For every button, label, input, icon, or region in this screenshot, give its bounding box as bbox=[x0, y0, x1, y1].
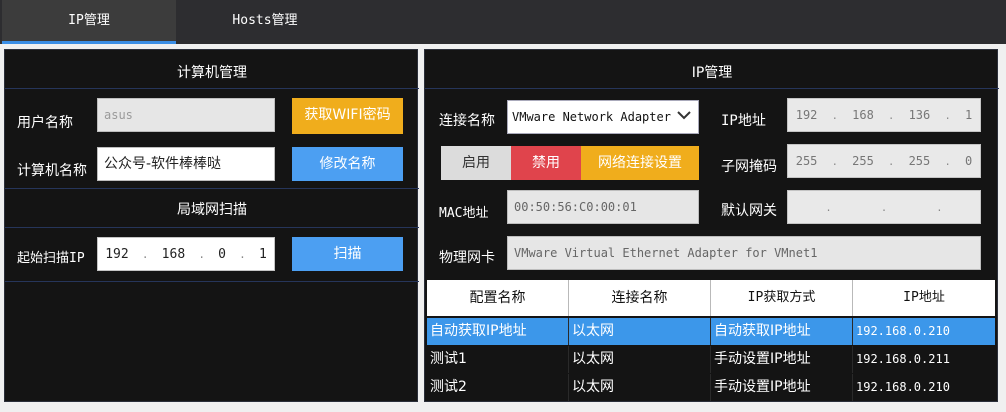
cell-ip-address: 192.168.0.210 bbox=[856, 324, 950, 338]
cell-ip-address: 192.168.0.210 bbox=[856, 380, 950, 394]
computer-name-label: 计算机名称 bbox=[17, 163, 87, 179]
cell-config-name: 自动获取IP地址 bbox=[427, 318, 569, 345]
chevron-down-icon bbox=[677, 111, 691, 120]
cell-connection-name: 以太网 bbox=[569, 374, 711, 401]
column-header-ip-address[interactable]: IP地址 bbox=[853, 280, 995, 316]
cell-ip-address: 192.168.0.211 bbox=[856, 352, 950, 366]
ip-panel-title: IP管理 bbox=[691, 65, 733, 81]
ip-management-panel: IP管理 连接名称 VMware Network Adapter IP地址 19… bbox=[424, 49, 999, 402]
ip-address-input[interactable]: 192. 168. 136. 1 bbox=[787, 98, 981, 132]
connection-name-label: 连接名称 bbox=[439, 113, 495, 129]
mac-address-label: MAC地址 bbox=[439, 206, 489, 221]
computer-panel-title: 计算机管理 bbox=[177, 65, 247, 81]
get-wifi-password-button[interactable]: 获取WIFI密码 bbox=[292, 98, 403, 134]
cell-connection-name: 以太网 bbox=[569, 346, 711, 373]
table-row[interactable]: 测试2 以太网 手动设置IP地址 192.168.0.210 bbox=[427, 374, 995, 401]
default-gateway-label: 默认网关 bbox=[721, 203, 777, 219]
lan-scan-title: 局域网扫描 bbox=[177, 202, 247, 218]
column-header-config-name[interactable]: 配置名称 bbox=[427, 280, 569, 316]
computer-name-field[interactable]: 公众号-软件棒棒哒 bbox=[97, 147, 275, 181]
table-header: 配置名称 连接名称 IP获取方式 IP地址 bbox=[427, 280, 995, 316]
subnet-mask-input[interactable]: 255. 255. 255. 0 bbox=[787, 144, 981, 178]
cell-config-name: 测试1 bbox=[427, 346, 569, 373]
connection-select[interactable]: VMware Network Adapter bbox=[507, 100, 699, 134]
table-row[interactable]: 自动获取IP地址 以太网 自动获取IP地址 192.168.0.210 bbox=[427, 318, 995, 345]
cell-ip-mode: 手动设置IP地址 bbox=[711, 374, 853, 401]
table-row[interactable]: 测试1 以太网 手动设置IP地址 192.168.0.211 bbox=[427, 346, 995, 373]
column-header-connection-name[interactable]: 连接名称 bbox=[569, 280, 711, 316]
subnet-mask-label: 子网掩码 bbox=[721, 159, 777, 175]
cell-connection-name: 以太网 bbox=[569, 318, 711, 345]
start-ip-label: 起始扫描IP bbox=[17, 251, 85, 266]
column-header-ip-mode[interactable]: IP获取方式 bbox=[711, 280, 853, 316]
start-ip-input[interactable]: 192. 168. 0. 1 bbox=[97, 237, 275, 271]
cell-config-name: 测试2 bbox=[427, 374, 569, 401]
divider bbox=[5, 281, 419, 282]
cell-ip-mode: 手动设置IP地址 bbox=[711, 346, 853, 373]
divider bbox=[5, 188, 419, 189]
divider bbox=[5, 88, 419, 89]
physical-nic-field[interactable]: VMware Virtual Ethernet Adapter for VMne… bbox=[507, 236, 981, 270]
default-gateway-input[interactable]: . . . bbox=[787, 190, 981, 224]
physical-nic-label: 物理网卡 bbox=[439, 250, 495, 266]
username-field[interactable]: asus bbox=[97, 98, 275, 132]
divider bbox=[5, 227, 419, 228]
username-label: 用户名称 bbox=[17, 115, 73, 131]
rename-button[interactable]: 修改名称 bbox=[292, 147, 403, 181]
left-panel: 计算机管理 用户名称 asus 获取WIFI密码 计算机名称 公众号-软件棒棒哒… bbox=[4, 49, 419, 402]
tab-bar: IP管理 Hosts管理 bbox=[0, 0, 1006, 44]
scan-button[interactable]: 扫描 bbox=[292, 237, 403, 271]
disable-button[interactable]: 禁用 bbox=[511, 146, 581, 180]
divider bbox=[425, 88, 999, 89]
tab-hosts-management[interactable]: Hosts管理 bbox=[176, 0, 354, 44]
tab-ip-management[interactable]: IP管理 bbox=[2, 0, 176, 44]
cell-ip-mode: 自动获取IP地址 bbox=[711, 318, 853, 345]
enable-button[interactable]: 启用 bbox=[441, 146, 511, 180]
ip-address-label: IP地址 bbox=[721, 113, 766, 129]
mac-address-field[interactable]: 00:50:56:C0:00:01 bbox=[507, 190, 699, 224]
network-settings-button[interactable]: 网络连接设置 bbox=[581, 146, 699, 180]
config-table-body: 自动获取IP地址 以太网 自动获取IP地址 192.168.0.210 测试1 … bbox=[427, 318, 995, 402]
